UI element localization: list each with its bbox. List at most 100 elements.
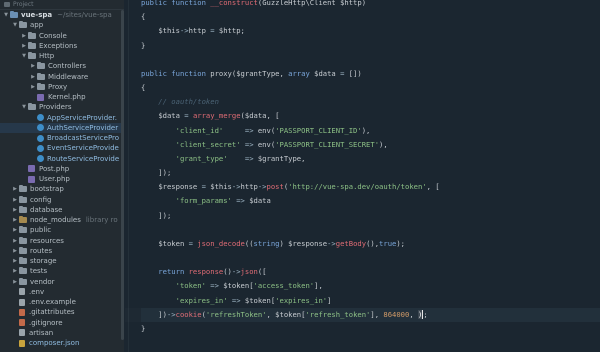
chevron-right-icon[interactable]: ▶ [11, 205, 19, 215]
file-icon [19, 288, 25, 296]
tree-item-proxy[interactable]: ▶ Proxy [0, 82, 124, 92]
code-token: ) [279, 238, 289, 248]
tree-item-env[interactable]: .env [0, 287, 124, 297]
chevron-down-icon[interactable]: ▼ [2, 10, 10, 20]
code-line[interactable]: return response()->json([ [141, 265, 600, 279]
code-line[interactable]: 'token' => $token['access_token'], [141, 279, 600, 293]
tree-item-gitignore[interactable]: .gitignore [0, 318, 124, 328]
tree-item-providers[interactable]: ▼ Providers [0, 102, 124, 112]
code-line[interactable]: 'expires_in' => $token['expires_in'] [141, 294, 600, 308]
chevron-right-icon[interactable]: ▶ [11, 246, 19, 256]
file-icon [19, 298, 25, 306]
code-line[interactable]: $data = array_merge($data, [ [141, 109, 600, 123]
code-line[interactable]: ]); [141, 166, 600, 180]
tree-item-console[interactable]: ▶ Console [0, 31, 124, 41]
code-token: { [141, 12, 146, 22]
tree-item-tests[interactable]: ▶ tests [0, 266, 124, 276]
tree-item-exceptions[interactable]: ▶ Exceptions [0, 41, 124, 51]
code-token: getBody [335, 238, 367, 248]
chevron-right-icon[interactable]: ▶ [20, 41, 28, 51]
folder-icon [28, 103, 36, 111]
folder-icon [19, 185, 27, 193]
code-area[interactable]: public function __construct (GuzzleHttp\C… [141, 0, 600, 352]
tree-item-routeserviceprovide[interactable]: RouteServiceProvide [0, 154, 124, 164]
code-editor[interactable]: public function __construct (GuzzleHttp\C… [124, 0, 600, 352]
code-line[interactable]: { [141, 10, 600, 24]
tree-item-database[interactable]: ▶ database [0, 205, 124, 215]
chevron-right-icon[interactable]: ▶ [11, 225, 19, 235]
project-panel-header[interactable]: Project [0, 0, 124, 10]
code-line[interactable]: ]); [141, 209, 600, 223]
project-tree: ▼ vue-spa ~/sites/vue-spa ▼ app ▶ Console ▶ E… [0, 10, 124, 348]
chevron-right-icon[interactable]: ▶ [29, 82, 37, 92]
tree-item-gitattributes[interactable]: .gitattributes [0, 307, 124, 317]
tree-item-label: BroadcastServicePro [47, 134, 120, 142]
tree-item-resources[interactable]: ▶ resources [0, 236, 124, 246]
code-token: post [266, 182, 284, 192]
chevron-down-icon[interactable]: ▼ [11, 20, 19, 30]
tree-item-config[interactable]: ▶ config [0, 195, 124, 205]
tree-item-bootstrap[interactable]: ▶ bootstrap [0, 184, 124, 194]
code-line[interactable] [141, 53, 600, 67]
code-line[interactable] [141, 223, 600, 237]
tree-item-authserviceprovider[interactable]: AuthServiceProvider [0, 122, 124, 133]
code-token: $grantType [257, 153, 302, 163]
chevron-right-icon[interactable]: ▶ [29, 72, 37, 82]
code-line[interactable]: } [141, 322, 600, 336]
tree-item-appserviceprovider[interactable]: AppServiceProvider. [0, 113, 124, 123]
code-line[interactable]: ])->cookie('refreshToken', $token['refre… [141, 307, 600, 322]
tree-item-storage[interactable]: ▶ storage [0, 256, 124, 266]
code-line[interactable] [141, 336, 600, 350]
tree-item-artisan[interactable]: artisan [0, 328, 124, 338]
code-line[interactable]: // oauth/token [141, 95, 600, 109]
chevron-right-icon[interactable]: ▶ [11, 195, 19, 205]
code-line[interactable]: 'client_id' => env('PASSPORT_CLIENT_ID')… [141, 124, 600, 138]
code-token: []) [348, 68, 362, 78]
tree-item-app[interactable]: ▼ app [0, 20, 124, 30]
tree-item-broadcastservicepro[interactable]: BroadcastServicePro [0, 133, 124, 143]
chevron-right-icon[interactable]: ▶ [11, 277, 19, 287]
tree-item-composer-json[interactable]: composer.json [0, 338, 124, 348]
chevron-right-icon[interactable]: ▶ [11, 256, 19, 266]
code-line[interactable]: public function __construct(GuzzleHttp\C… [141, 0, 600, 10]
code-line[interactable]: 'client_secret' => env('PASSPORT_CLIENT_… [141, 138, 600, 152]
chevron-right-icon[interactable]: ▶ [11, 236, 19, 246]
code-token: 'refresh_token' [305, 309, 371, 319]
code-line[interactable]: $token = json_decode((string) $response-… [141, 237, 600, 251]
code-token: $response [158, 182, 198, 192]
tree-item-user-php[interactable]: User.php [0, 174, 124, 184]
code-line[interactable]: $response = $this->http->post('http://vu… [141, 180, 600, 194]
code-token: -> [231, 182, 241, 192]
code-line[interactable]: 'grant_type' => $grantType, [141, 152, 600, 166]
code-line[interactable]: { [141, 81, 600, 95]
tree-item-controllers[interactable]: ▶ Controllers [0, 61, 124, 71]
tree-item-node-modules[interactable]: ▶ node_modules library ro [0, 215, 124, 225]
tree-item-middleware[interactable]: ▶ Middleware [0, 72, 124, 82]
chevron-down-icon[interactable]: ▼ [20, 51, 28, 61]
code-line[interactable]: $this->http = $http; [141, 24, 600, 38]
code-line[interactable]: 'form_params' => $data [141, 194, 600, 208]
tree-item-vendor[interactable]: ▶ vendor [0, 277, 124, 287]
tree-item-post-php[interactable]: Post.php [0, 164, 124, 174]
code-token: () [223, 267, 232, 277]
code-token: $token [244, 295, 271, 305]
chevron-right-icon[interactable]: ▶ [11, 215, 19, 225]
tree-item-eventserviceprovide[interactable]: EventServiceProvide [0, 143, 124, 153]
chevron-down-icon[interactable]: ▼ [20, 102, 28, 112]
class-icon [37, 155, 44, 163]
tree-item-public[interactable]: ▶ public [0, 225, 124, 235]
tree-item-http[interactable]: ▼ Http [0, 51, 124, 61]
tree-root[interactable]: ▼ vue-spa ~/sites/vue-spa [0, 10, 124, 20]
tree-item-routes[interactable]: ▶ routes [0, 246, 124, 256]
tree-item-env-example[interactable]: .env.example [0, 297, 124, 307]
chevron-right-icon[interactable]: ▶ [20, 31, 28, 41]
code-line[interactable]: public function proxy($grantType, array … [141, 67, 600, 81]
code-token: => [231, 196, 250, 206]
tree-item-label: Exceptions [39, 41, 78, 50]
chevron-right-icon[interactable]: ▶ [29, 61, 37, 71]
tree-item-kernel-php[interactable]: Kernel.php [0, 92, 124, 102]
code-line[interactable]: } [141, 39, 600, 53]
chevron-right-icon[interactable]: ▶ [11, 184, 19, 194]
code-line[interactable] [141, 251, 600, 265]
chevron-right-icon[interactable]: ▶ [11, 266, 19, 276]
